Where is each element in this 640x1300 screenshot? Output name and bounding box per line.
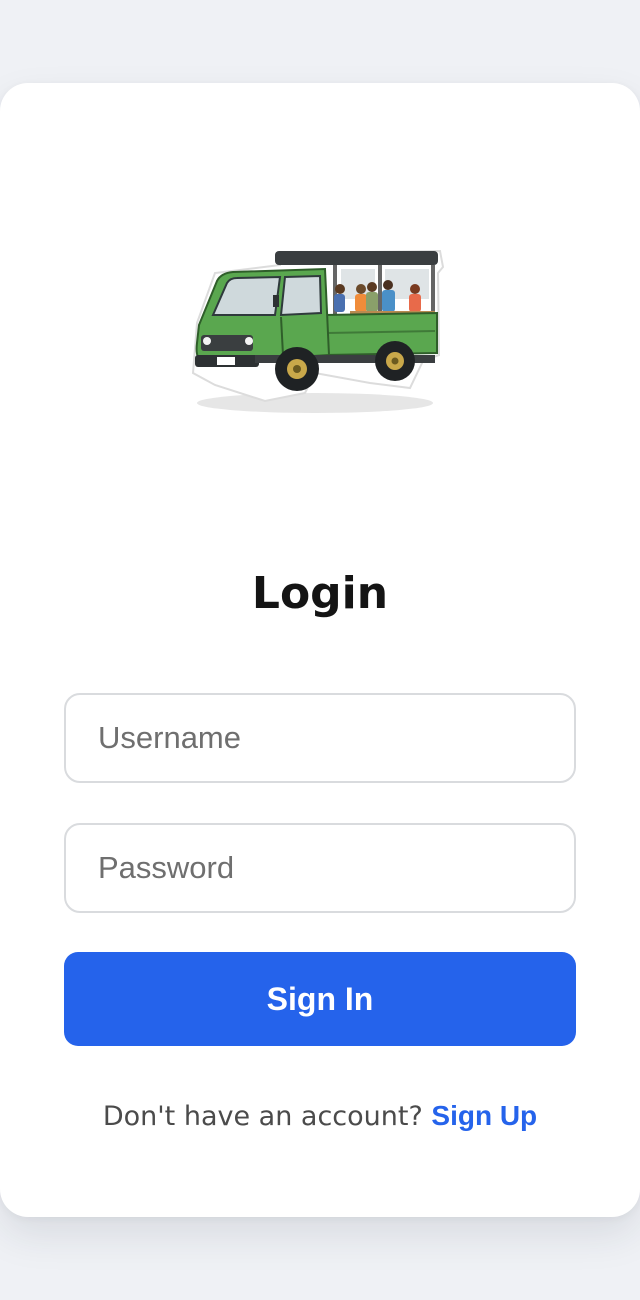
sign-up-link[interactable]: Sign Up xyxy=(431,1100,537,1131)
password-input[interactable] xyxy=(64,823,576,913)
signup-prompt: Don't have an account? Sign Up xyxy=(0,1096,640,1137)
signup-prompt-text: Don't have an account? xyxy=(102,1101,432,1132)
page-title: Login xyxy=(251,568,389,619)
username-input[interactable] xyxy=(64,693,576,783)
songthaew-truck-icon xyxy=(191,249,445,413)
sign-in-button[interactable]: Sign In xyxy=(64,952,576,1046)
login-card: Login Sign In Don't have an account? Sig… xyxy=(0,83,640,1217)
